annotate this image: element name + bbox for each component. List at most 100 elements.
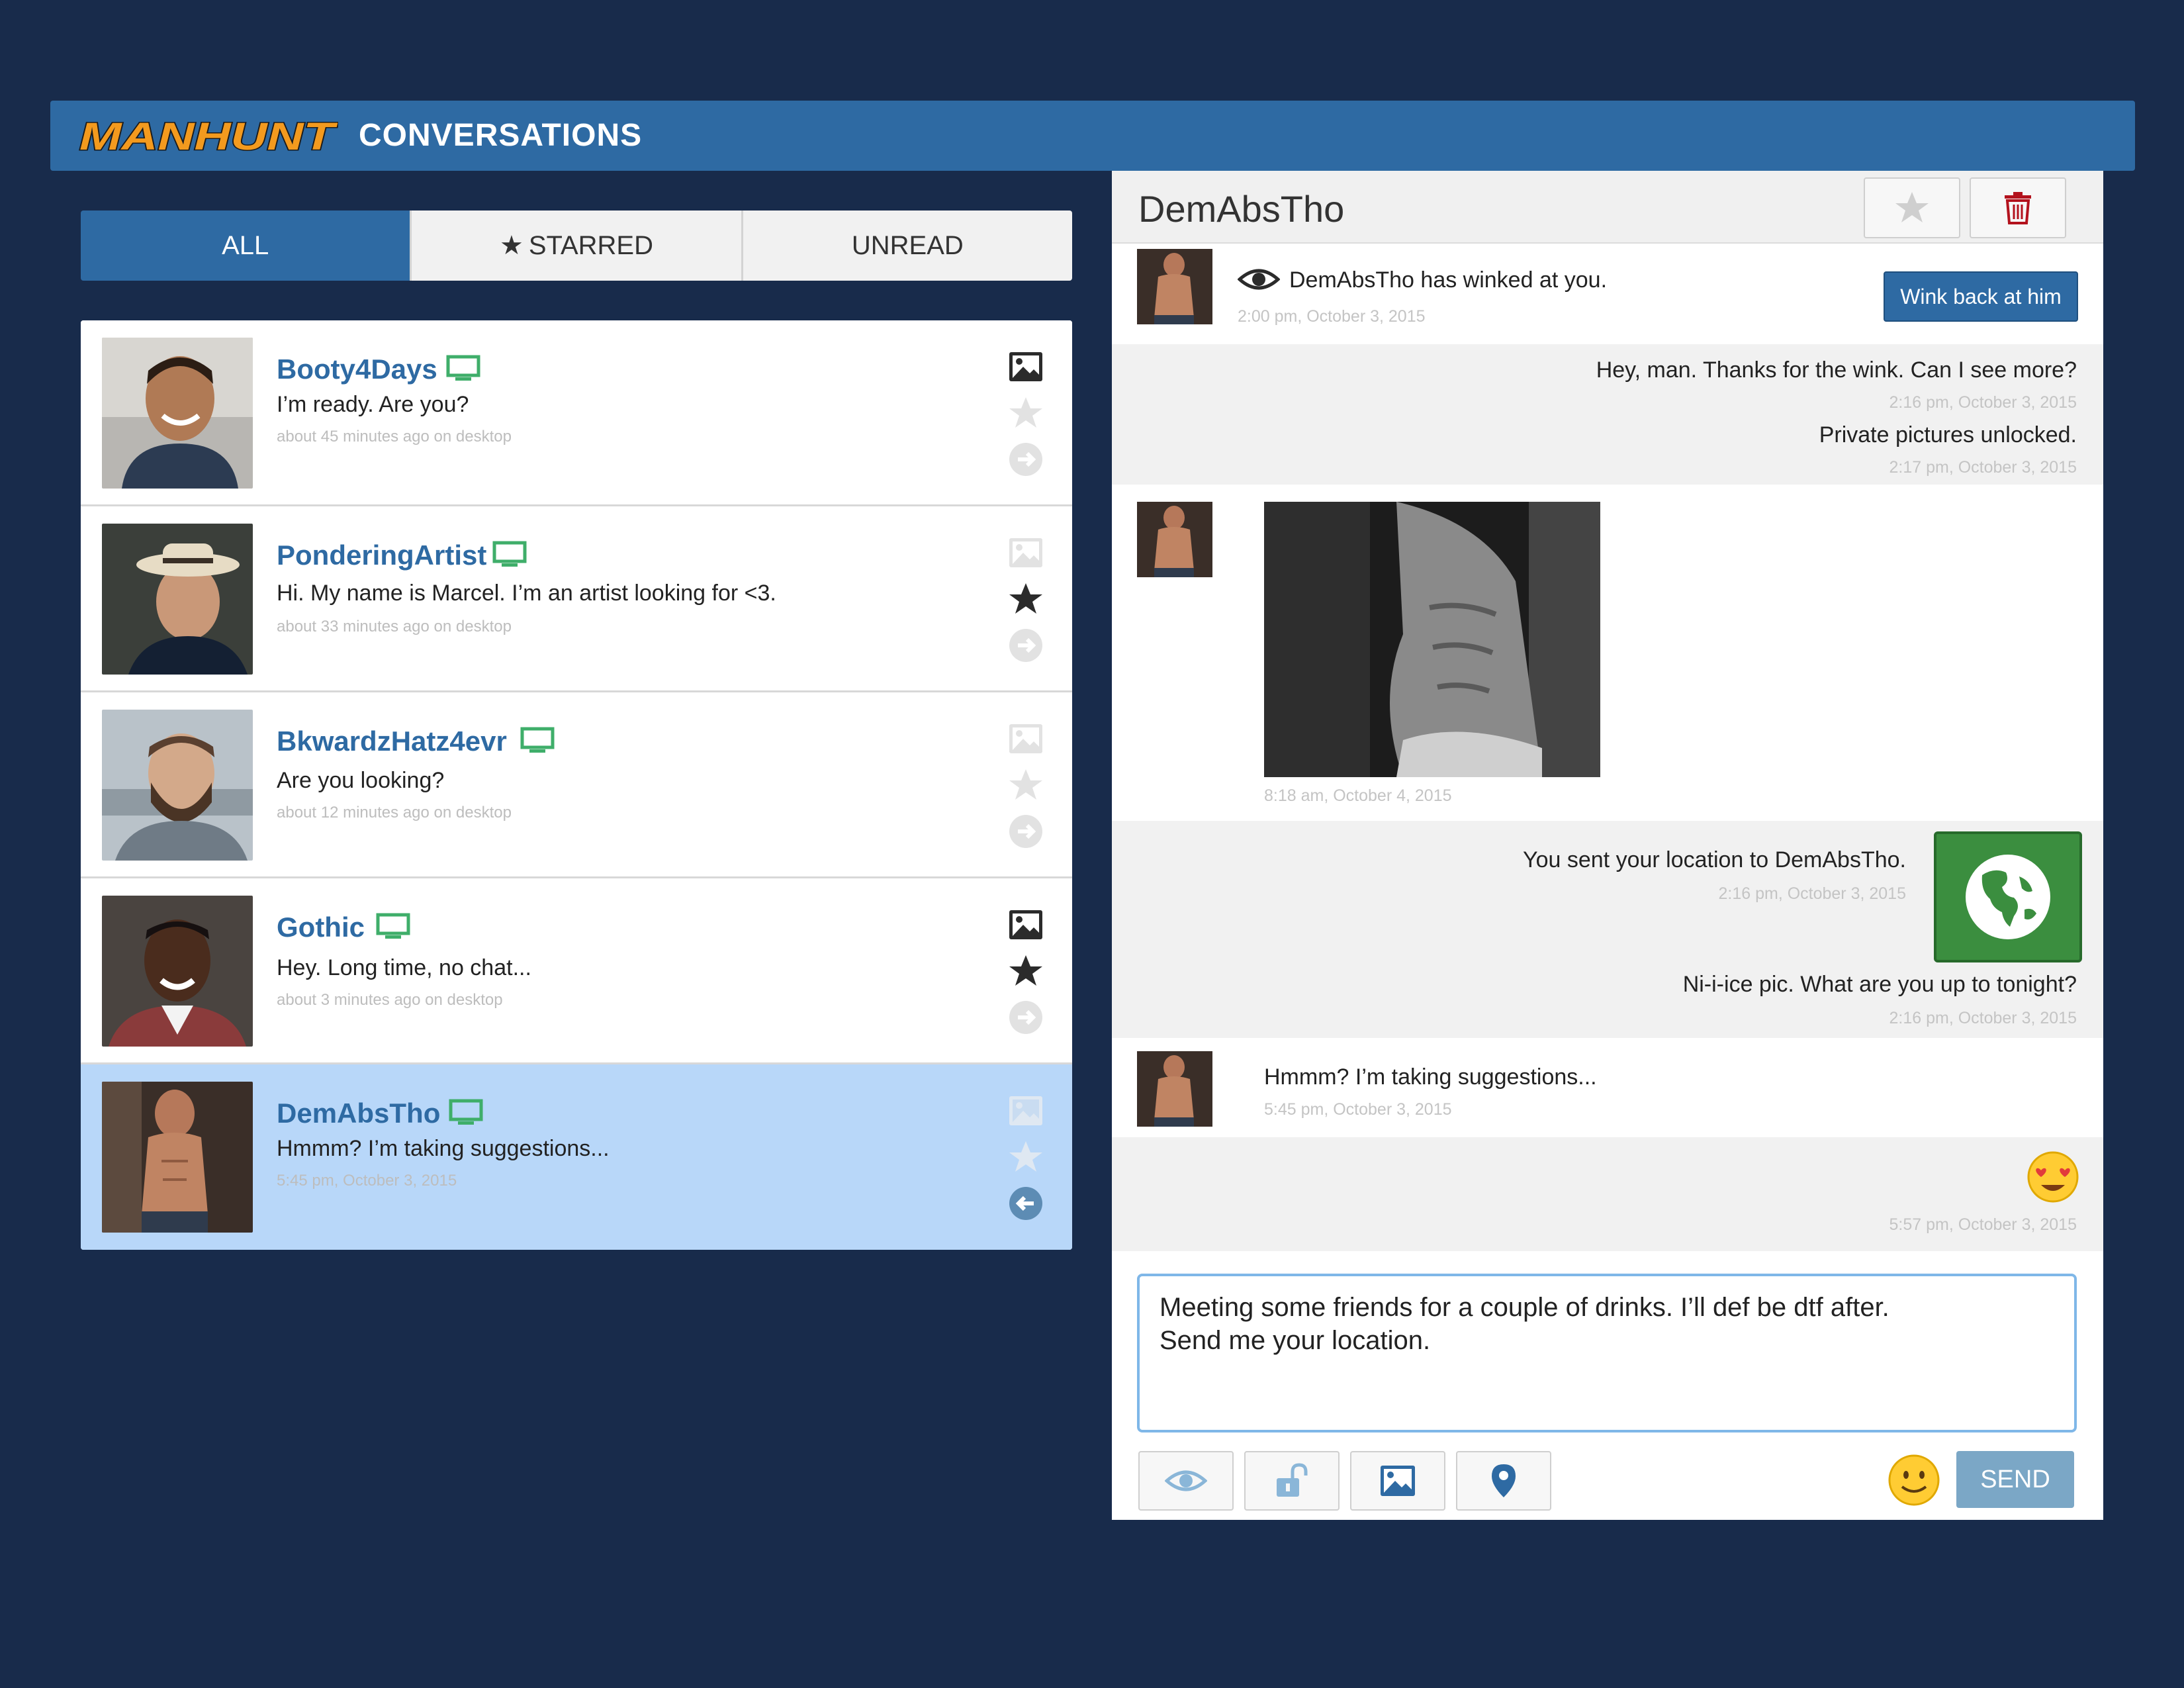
conversation-preview: Hi. My name is Marcel. I’m an artist loo… bbox=[277, 581, 776, 606]
star-icon[interactable] bbox=[1007, 953, 1044, 990]
conversation-preview: Hmmm? I’m taking suggestions... bbox=[277, 1136, 610, 1161]
message-time: 5:57 pm, October 3, 2015 bbox=[1889, 1215, 2077, 1234]
arrow-right-icon[interactable] bbox=[1007, 627, 1044, 664]
avatar[interactable] bbox=[102, 1082, 253, 1233]
arrow-right-icon[interactable] bbox=[1007, 441, 1044, 478]
globe-icon bbox=[1966, 855, 2050, 939]
wink-text: DemAbsTho has winked at you. bbox=[1289, 267, 1608, 293]
conversation-list: Booty4Days I’m ready. Are you? about 45 … bbox=[81, 320, 1072, 1250]
avatar[interactable] bbox=[102, 338, 253, 489]
send-wink-button[interactable] bbox=[1138, 1451, 1234, 1511]
conversation-row[interactable]: PonderingArtist Hi. My name is Marcel. I… bbox=[81, 506, 1072, 692]
avatar[interactable] bbox=[102, 710, 253, 861]
conversation-username[interactable]: DemAbsTho bbox=[277, 1098, 440, 1129]
chat-panel: DemAbsTho DemAbsTho has winked at you. 2… bbox=[1112, 171, 2103, 1520]
conversation-preview: I’m ready. Are you? bbox=[277, 392, 469, 417]
conversation-row[interactable]: Gothic Hey. Long time, no chat... about … bbox=[81, 878, 1072, 1064]
photo-icon[interactable] bbox=[1007, 348, 1044, 385]
tab-all-label: ALL bbox=[222, 230, 269, 260]
star-icon bbox=[1895, 192, 1929, 222]
message-time: 2:16 pm, October 3, 2015 bbox=[1889, 393, 2077, 412]
arrow-left-icon[interactable] bbox=[1007, 1185, 1044, 1222]
page-title: CONVERSATIONS bbox=[359, 118, 643, 153]
conversation-row[interactable]: BkwardzHatz4evr Are you looking? about 1… bbox=[81, 692, 1072, 878]
photo-icon[interactable] bbox=[1007, 906, 1044, 943]
avatar[interactable] bbox=[1137, 1051, 1212, 1127]
desktop-icon bbox=[520, 727, 555, 753]
unlock-icon bbox=[1277, 1463, 1308, 1497]
arrow-right-icon[interactable] bbox=[1007, 813, 1044, 850]
conversation-preview: Hey. Long time, no chat... bbox=[277, 955, 531, 980]
conversation-username[interactable]: PonderingArtist bbox=[277, 539, 486, 571]
outgoing-emoji-message: 5:57 pm, October 3, 2015 bbox=[1112, 1137, 2103, 1251]
incoming-message: Hmmm? I’m taking suggestions... 5:45 pm,… bbox=[1112, 1038, 2103, 1152]
chat-header: DemAbsTho bbox=[1112, 171, 2103, 244]
incoming-message-text: Hmmm? I’m taking suggestions... bbox=[1264, 1064, 1597, 1090]
tab-unread-label: UNREAD bbox=[851, 230, 964, 260]
conversation-row[interactable]: Booty4Days I’m ready. Are you? about 45 … bbox=[81, 320, 1072, 506]
desktop-icon bbox=[492, 541, 527, 567]
star-icon[interactable] bbox=[1007, 767, 1044, 804]
photo-icon[interactable] bbox=[1007, 1092, 1044, 1129]
chat-contact-name[interactable]: DemAbsTho bbox=[1138, 183, 1344, 236]
message-time: 8:18 am, October 4, 2015 bbox=[1264, 786, 1452, 805]
desktop-icon bbox=[446, 355, 480, 381]
message-time: 2:16 pm, October 3, 2015 bbox=[1718, 884, 1906, 903]
conversation-preview: Are you looking? bbox=[277, 768, 445, 793]
wink-message: DemAbsTho has winked at you. 2:00 pm, Oc… bbox=[1112, 244, 2103, 336]
heart-eyes-emoji bbox=[2026, 1150, 2079, 1207]
outgoing-message-text: You sent your location to DemAbsTho. bbox=[1523, 847, 1906, 872]
conversation-username[interactable]: Gothic bbox=[277, 912, 365, 943]
arrow-right-icon[interactable] bbox=[1007, 999, 1044, 1036]
star-icon[interactable] bbox=[1007, 395, 1044, 432]
smiley-icon bbox=[1888, 1454, 1940, 1506]
star-icon[interactable] bbox=[1007, 1139, 1044, 1176]
location-pin-icon bbox=[1492, 1464, 1516, 1497]
eye-icon bbox=[1165, 1470, 1207, 1491]
star-conversation-button[interactable] bbox=[1864, 177, 1960, 238]
outgoing-message-group: Hey, man. Thanks for the wink. Can I see… bbox=[1112, 344, 2103, 485]
conversation-row-selected[interactable]: DemAbsTho Hmmm? I’m taking suggestions..… bbox=[81, 1064, 1072, 1250]
photo-icon[interactable] bbox=[1007, 720, 1044, 757]
conversation-time: about 12 minutes ago on desktop bbox=[277, 804, 512, 821]
wink-back-button[interactable]: Wink back at him bbox=[1884, 271, 2078, 322]
star-icon: ★ bbox=[499, 231, 523, 260]
emoji-picker-button[interactable] bbox=[1888, 1454, 1940, 1507]
avatar[interactable] bbox=[102, 896, 253, 1047]
message-time: 5:45 pm, October 3, 2015 bbox=[1264, 1100, 1452, 1119]
conversation-time: about 3 minutes ago on desktop bbox=[277, 991, 503, 1009]
unlock-photos-button[interactable] bbox=[1244, 1451, 1340, 1511]
message-time: 2:17 pm, October 3, 2015 bbox=[1889, 458, 2077, 477]
eye-icon bbox=[1237, 265, 1281, 297]
outgoing-message-text: Hey, man. Thanks for the wink. Can I see… bbox=[1596, 357, 2077, 383]
tab-starred[interactable]: ★ STARRED bbox=[410, 211, 741, 281]
photo-icon[interactable] bbox=[1007, 534, 1044, 571]
conversation-time: about 33 minutes ago on desktop bbox=[277, 618, 512, 635]
tab-starred-label: STARRED bbox=[528, 230, 653, 260]
tab-all[interactable]: ALL bbox=[81, 211, 410, 281]
outgoing-message-text: Ni-i-ice pic. What are you up to tonight… bbox=[1682, 972, 2077, 997]
desktop-icon bbox=[449, 1099, 483, 1125]
outgoing-message-text: Private pictures unlocked. bbox=[1819, 422, 2077, 447]
message-input[interactable] bbox=[1137, 1274, 2077, 1432]
avatar[interactable] bbox=[1137, 502, 1212, 577]
send-photo-button[interactable] bbox=[1350, 1451, 1445, 1511]
message-time: 2:00 pm, October 3, 2015 bbox=[1238, 307, 1426, 326]
app-header: MANHUNT CONVERSATIONS bbox=[50, 101, 2135, 171]
conversation-username[interactable]: Booty4Days bbox=[277, 353, 437, 385]
avatar[interactable] bbox=[102, 524, 253, 675]
manhunt-logo[interactable]: MANHUNT bbox=[77, 115, 340, 160]
trash-icon bbox=[2005, 192, 2031, 224]
message-time: 2:16 pm, October 3, 2015 bbox=[1889, 1009, 2077, 1027]
location-tile[interactable] bbox=[1934, 831, 2082, 962]
conversation-username[interactable]: BkwardzHatz4evr bbox=[277, 726, 507, 757]
photo-icon bbox=[1381, 1466, 1415, 1496]
shared-photo[interactable] bbox=[1264, 502, 1600, 777]
avatar[interactable] bbox=[1137, 249, 1212, 324]
logo-text: MANHUNT bbox=[79, 115, 338, 156]
delete-conversation-button[interactable] bbox=[1970, 177, 2066, 238]
send-location-button[interactable] bbox=[1456, 1451, 1551, 1511]
star-icon[interactable] bbox=[1007, 581, 1044, 618]
tab-unread[interactable]: UNREAD bbox=[741, 211, 1072, 281]
send-button[interactable]: SEND bbox=[1956, 1451, 2074, 1508]
